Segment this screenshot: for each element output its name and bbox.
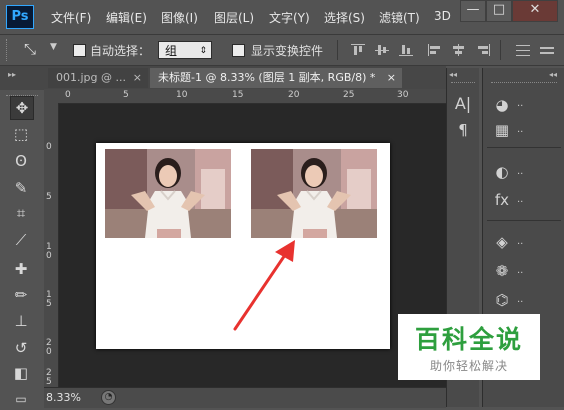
- menu-bar: Ps 文件(F) 编辑(E) 图像(I) 图层(L) 文字(Y) 选择(S) 滤…: [0, 0, 564, 35]
- lasso-tool-icon[interactable]: ʘ: [10, 150, 32, 172]
- ruler-mark: 15: [232, 90, 244, 100]
- divider: [487, 220, 561, 221]
- ruler-mark: 25: [343, 90, 355, 100]
- maximize-button[interactable]: □: [486, 0, 512, 22]
- quick-select-tool-icon[interactable]: ✎: [10, 177, 32, 199]
- show-transform-label: 显示变换控件: [251, 44, 324, 58]
- photoshop-logo: Ps: [6, 5, 34, 29]
- tab-untitled-1[interactable]: 未标题-1 @ 8.33% (图层 1 副本, RGB/8) * ×: [150, 68, 402, 88]
- ruler-mark: 0: [46, 142, 52, 152]
- panel-label: ..: [517, 265, 524, 276]
- menu-image[interactable]: 图像(I): [161, 9, 198, 26]
- layers-panel-icon[interactable]: ◈: [491, 232, 513, 252]
- ruler-mark: 10: [46, 242, 52, 261]
- show-transform-checkbox[interactable]: [232, 44, 245, 57]
- close-tab-icon[interactable]: ×: [387, 68, 396, 88]
- zoom-level[interactable]: 8.33%: [46, 391, 81, 404]
- doc-info-icon[interactable]: ◔: [101, 390, 116, 405]
- auto-select-label: 自动选择：: [90, 44, 151, 58]
- paragraph-panel-icon[interactable]: ¶: [452, 120, 474, 140]
- move-tool-icon[interactable]: ✥: [10, 96, 34, 120]
- divider: [487, 147, 561, 148]
- divider: [500, 40, 501, 60]
- healing-brush-tool-icon[interactable]: ✚: [10, 258, 32, 280]
- collapse-arrows-icon[interactable]: ◂◂: [549, 70, 557, 79]
- expand-arrows-icon[interactable]: ▸▸: [8, 70, 16, 79]
- channels-panel-icon[interactable]: ❁: [491, 261, 513, 281]
- menu-edit[interactable]: 编辑(E): [106, 9, 147, 26]
- panel-grip: [491, 82, 557, 87]
- align-top-icon[interactable]: [351, 44, 365, 56]
- collapse-arrows-icon[interactable]: ◂◂: [449, 70, 457, 79]
- minimize-button[interactable]: —: [460, 0, 486, 22]
- panel-label: ..: [517, 194, 524, 205]
- ruler-mark: 0: [65, 90, 71, 100]
- distribute-top-icon[interactable]: [516, 44, 530, 56]
- auto-select-checkbox[interactable]: [73, 44, 86, 57]
- red-arrow-annotation: [233, 240, 295, 331]
- menu-filter[interactable]: 滤镜(T): [379, 9, 420, 26]
- ruler-mark: 30: [397, 90, 409, 100]
- auto-select-dropdown[interactable]: 组 ⇕: [158, 41, 212, 59]
- ruler-mark: 5: [46, 192, 52, 202]
- panel-label: ..: [517, 166, 524, 177]
- tab-label: 001.jpg @ ...: [56, 71, 126, 84]
- menu-3d[interactable]: 3D: [434, 9, 451, 23]
- menu-type[interactable]: 文字(Y): [269, 9, 310, 26]
- photo-layer-1[interactable]: [105, 149, 231, 238]
- watermark-title: 百科全说: [414, 325, 523, 354]
- swatches-panel-icon[interactable]: ▦: [491, 120, 513, 140]
- status-bar: 8.33% ◔: [44, 387, 446, 408]
- horizontal-ruler: 0 5 10 15 20 25 30: [44, 89, 446, 104]
- character-panel-icon[interactable]: A|: [452, 94, 474, 114]
- menu-file[interactable]: 文件(F): [51, 9, 91, 26]
- styles-panel-icon[interactable]: fx: [491, 190, 513, 210]
- panel-label: ..: [517, 294, 524, 305]
- align-right-icon[interactable]: [476, 44, 490, 56]
- panel-label: ..: [517, 98, 524, 109]
- clone-stamp-tool-icon[interactable]: ⊥: [10, 310, 32, 332]
- baike-watermark: 百科全说 助你轻松解决: [398, 314, 540, 380]
- auto-select-value: 组: [165, 44, 178, 58]
- eraser-tool-icon[interactable]: ◧: [10, 362, 32, 384]
- color-panel-icon[interactable]: ◕: [491, 95, 513, 115]
- chevron-down-icon[interactable]: ▼: [50, 42, 57, 52]
- brush-tool-icon[interactable]: ✏: [10, 284, 32, 306]
- watermark-subtitle: 助你轻松解决: [429, 359, 508, 373]
- updown-arrow-icon: ⇕: [199, 46, 207, 56]
- ruler-mark: 25: [46, 368, 52, 387]
- align-hcenter-icon[interactable]: [452, 44, 466, 56]
- ruler-mark: 15: [46, 290, 52, 309]
- photo-layer-2[interactable]: [251, 149, 377, 238]
- tab-label: 未标题-1 @ 8.33% (图层 1 副本, RGB/8) *: [158, 71, 376, 84]
- align-vcenter-icon[interactable]: [375, 44, 389, 56]
- history-brush-tool-icon[interactable]: ↺: [10, 337, 32, 359]
- panel-grip: [451, 82, 475, 87]
- menu-select[interactable]: 选择(S): [324, 9, 365, 26]
- ruler-mark: 20: [288, 90, 300, 100]
- options-grip: [6, 39, 11, 61]
- eyedropper-tool-icon[interactable]: ⟋: [10, 229, 32, 251]
- close-window-button[interactable]: ✕: [512, 0, 558, 22]
- align-bottom-icon[interactable]: [399, 44, 413, 56]
- move-tool-preset-icon[interactable]: ⤡: [24, 40, 36, 58]
- close-tab-icon[interactable]: ×: [133, 68, 142, 88]
- paths-panel-icon[interactable]: ⌬: [491, 290, 513, 310]
- vertical-ruler: 0 5 10 15 20 25: [44, 103, 59, 387]
- crop-tool-icon[interactable]: ⌗: [10, 202, 32, 224]
- marquee-tool-icon[interactable]: ⬚: [10, 123, 32, 145]
- panel-label: ..: [517, 236, 524, 247]
- panel-label: ..: [517, 124, 524, 135]
- adjustments-panel-icon[interactable]: ◐: [491, 162, 513, 182]
- ruler-mark: 20: [46, 338, 52, 357]
- ruler-mark: 5: [123, 90, 129, 100]
- tab-001-jpg[interactable]: 001.jpg @ ... ×: [48, 68, 148, 88]
- ruler-mark: 10: [176, 90, 188, 100]
- distribute-vcenter-icon[interactable]: [540, 44, 554, 56]
- align-left-icon[interactable]: [428, 44, 442, 56]
- divider: [337, 40, 338, 60]
- menu-layer[interactable]: 图层(L): [214, 9, 254, 26]
